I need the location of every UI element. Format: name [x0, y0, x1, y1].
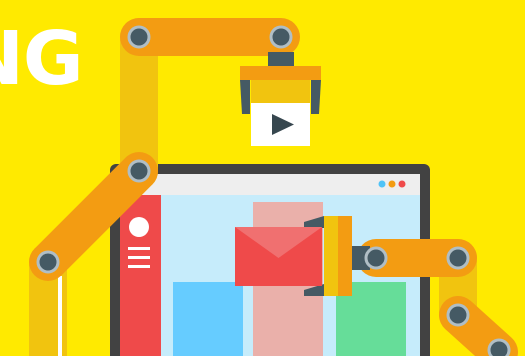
left-arm-joint-upper	[127, 159, 151, 183]
window-dot-orange	[388, 180, 396, 188]
right-arm-joint-lower	[446, 303, 470, 327]
gripper-left-claw	[240, 80, 250, 114]
right-arm-joint-elbow	[446, 246, 470, 270]
left-arm-highlight	[58, 276, 62, 356]
headline-text: NG	[0, 16, 84, 102]
right-arm-joint-inner	[364, 246, 388, 270]
browser-title-bar	[120, 174, 420, 195]
window-dot-blue	[378, 180, 386, 188]
top-arm-joint-left	[127, 25, 151, 49]
top-robot-arm	[120, 18, 321, 190]
left-arm-joint-lower	[36, 250, 60, 274]
gripper-right-claw	[311, 80, 321, 114]
content-bar-blue	[173, 282, 243, 356]
envelope-icon	[235, 227, 322, 286]
robot-arm-illustration: NG	[0, 0, 525, 356]
gripper-bar	[240, 66, 321, 80]
avatar-circle-icon	[129, 217, 149, 237]
window-dot-red	[398, 180, 406, 188]
right-arm-joint-base	[487, 338, 511, 356]
video-card-header	[251, 80, 310, 103]
gripper-mount	[268, 52, 294, 67]
right-gripper-bar-shade	[338, 216, 352, 296]
top-arm-joint-right	[269, 25, 293, 49]
